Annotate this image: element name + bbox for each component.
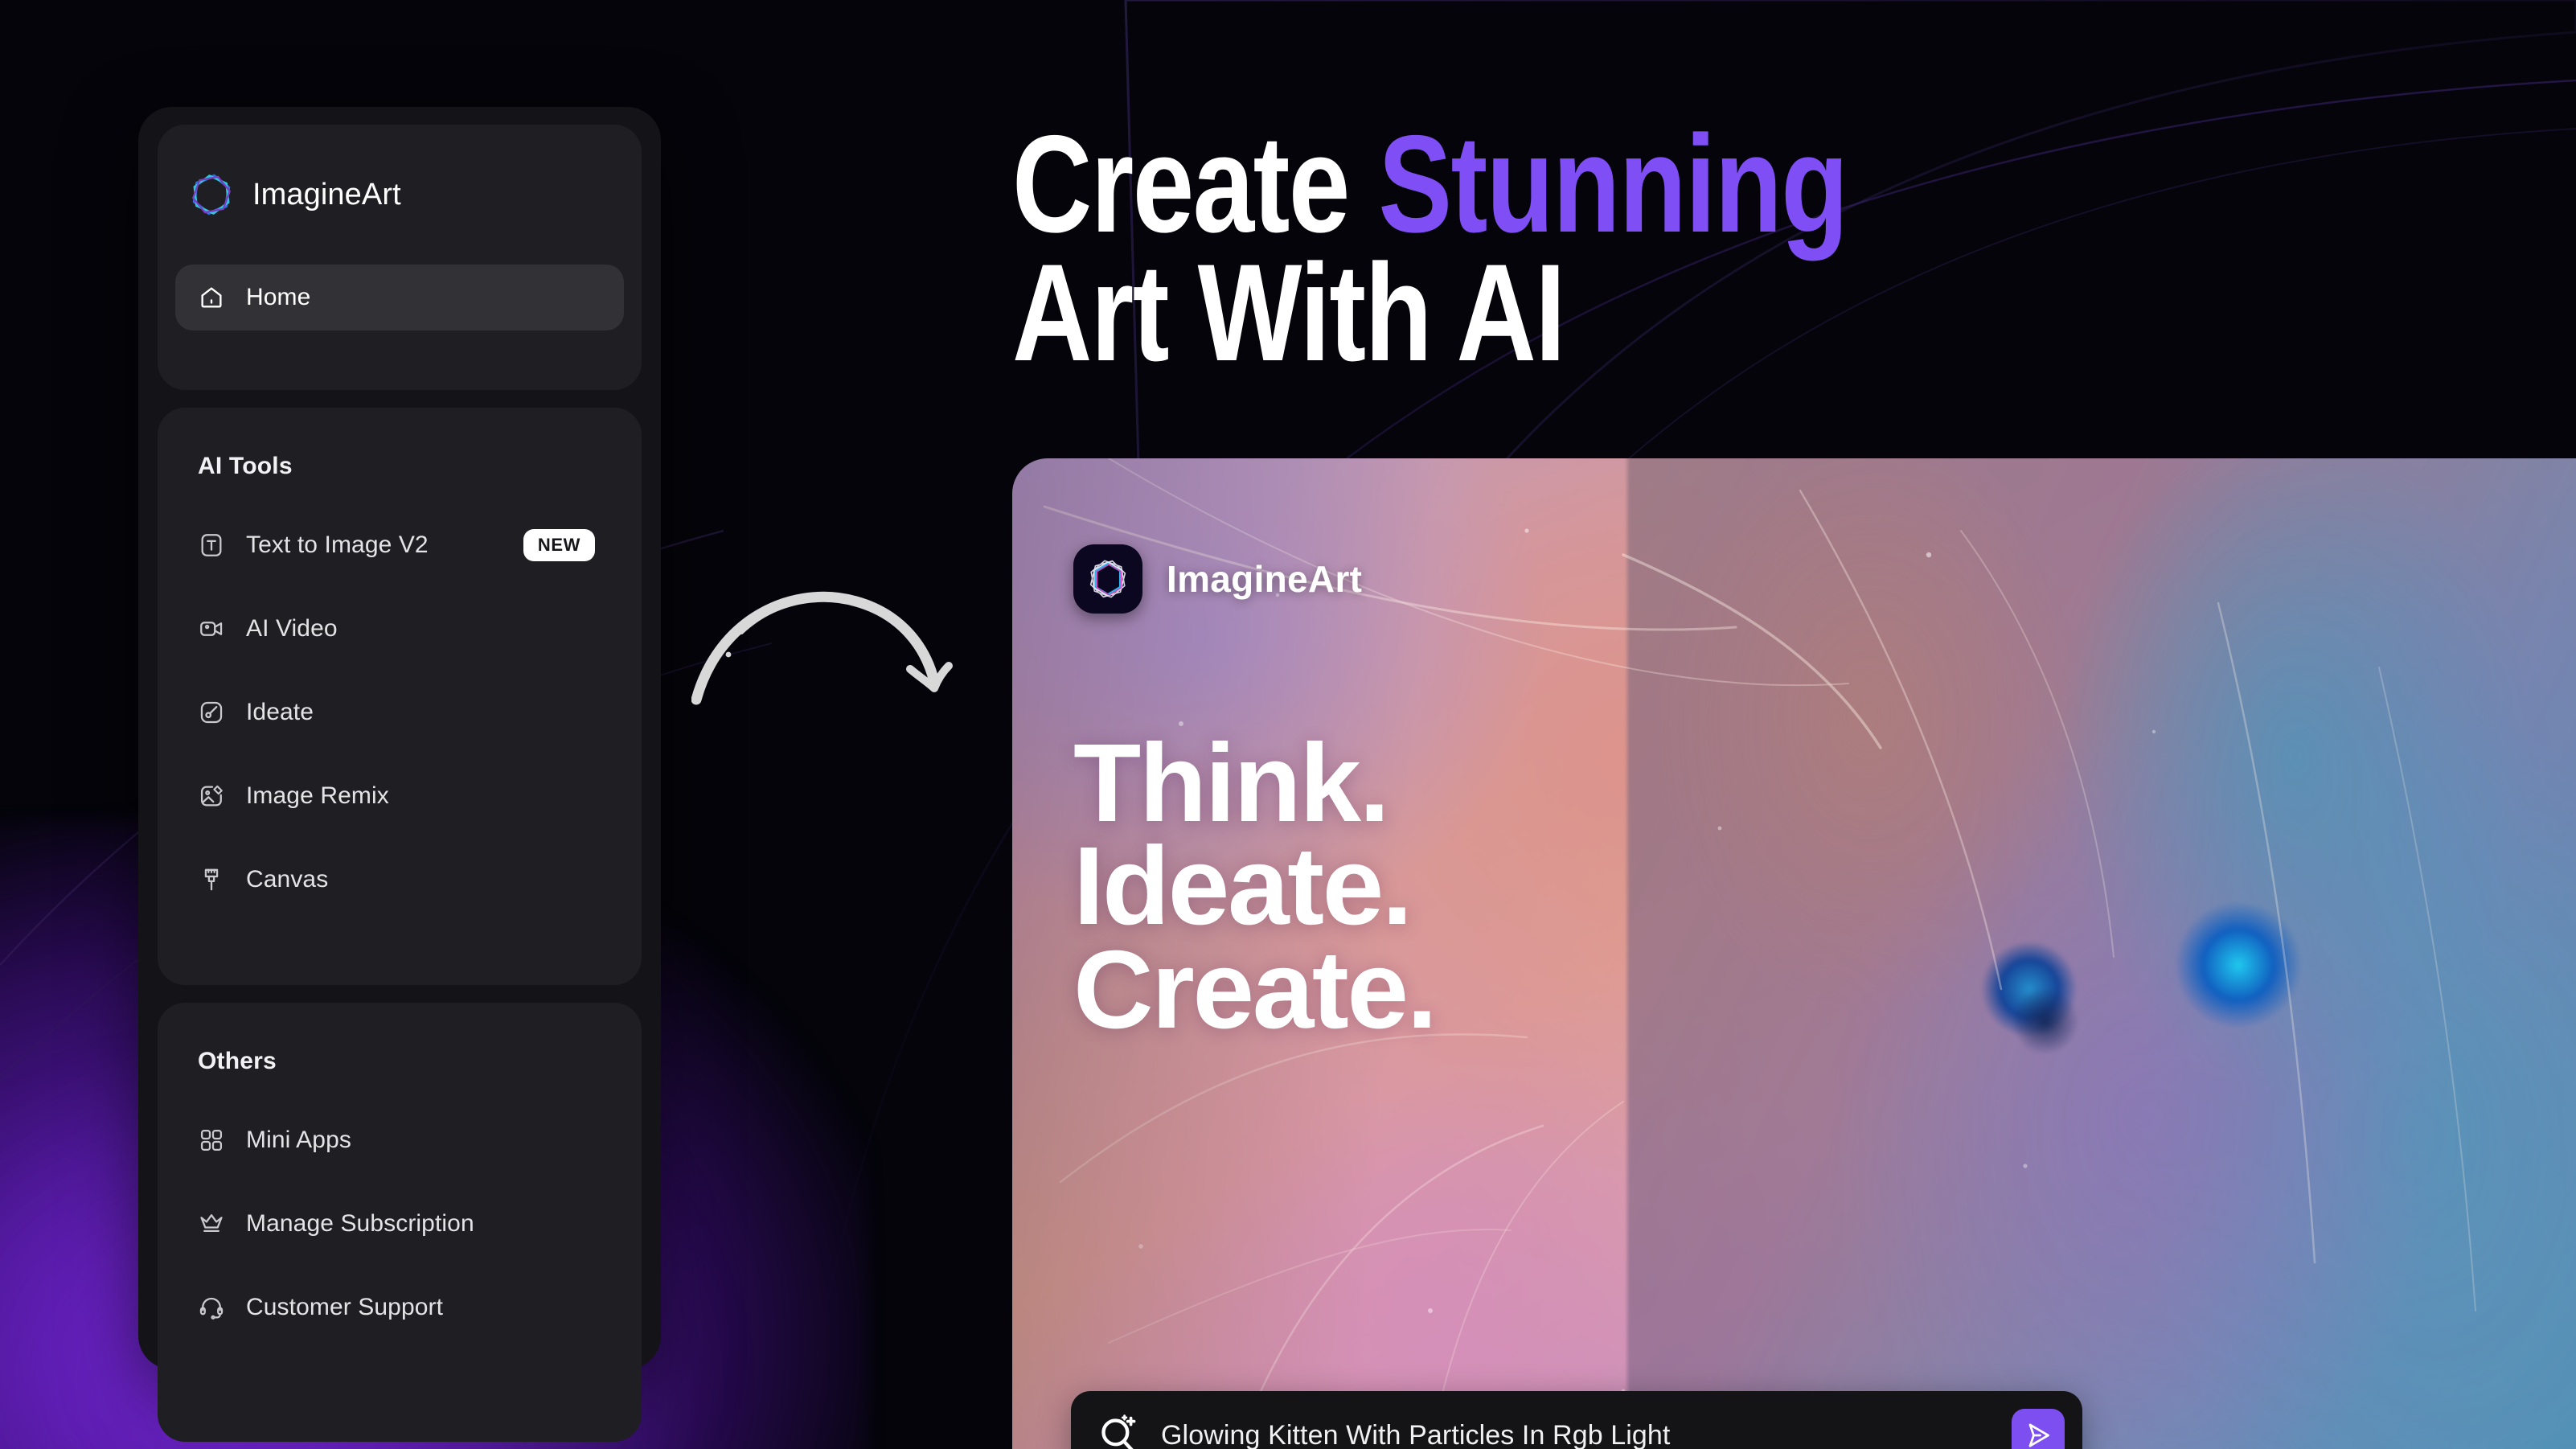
sidebar-item-canvas-label: Canvas	[246, 866, 329, 893]
prompt-bar[interactable]: Glowing Kitten With Particles In Rgb Lig…	[1071, 1391, 2082, 1449]
sidebar-section-title-others: Others	[198, 1048, 277, 1074]
sidebar-item-ai-video-label: AI Video	[246, 615, 338, 642]
sidebar-item-canvas[interactable]: Canvas	[175, 847, 624, 913]
tagline-line-2: Ideate.	[1073, 824, 1413, 949]
hexagon-outline-logo-icon	[191, 174, 232, 216]
sidebar-item-customer-support-label: Customer Support	[246, 1294, 444, 1320]
send-button[interactable]	[2012, 1409, 2065, 1449]
sidebar-item-text-to-image-v2[interactable]: Text to Image V2 NEW	[175, 512, 624, 578]
status-badge-new: NEW	[523, 529, 595, 561]
magnifier-sparkle-icon	[1101, 1414, 1136, 1449]
sidebar-item-ideate[interactable]: Ideate	[175, 679, 624, 745]
send-plane-icon	[2028, 1423, 2049, 1447]
sidebar-card-others: Others Mini Apps Manage Subscription Cus…	[158, 1003, 642, 1442]
headset-icon	[199, 1297, 224, 1320]
banner-tagline: Think. Ideate. Create.	[1073, 721, 1438, 1052]
sidebar-item-image-remix-label: Image Remix	[246, 782, 389, 809]
tagline-line-3: Create.	[1073, 927, 1438, 1052]
sidebar-card-primary: ImagineArt Home	[158, 125, 642, 390]
sidebar-item-mini-apps-label: Mini Apps	[246, 1127, 351, 1153]
sidebar-card-ai-tools: AI Tools Text to Image V2 NEW AI Video I…	[158, 408, 642, 985]
sidebar: ImagineArt Home AI Tools Text to Image V…	[138, 107, 661, 1442]
sidebar-item-home-label: Home	[246, 284, 311, 310]
hero-line-1: Create Stunning	[1012, 115, 2106, 253]
banner-brand-name: ImagineArt	[1167, 558, 1363, 600]
hexagon-stack-logo-icon	[1073, 544, 1142, 614]
sidebar-item-manage-subscription[interactable]: Manage Subscription	[175, 1191, 624, 1257]
brush-icon	[204, 868, 219, 891]
image-edit-icon	[200, 785, 223, 807]
tagline-line-1: Think.	[1073, 721, 1390, 845]
sidebar-item-manage-subscription-label: Manage Subscription	[246, 1210, 474, 1237]
text-box-icon	[201, 534, 222, 556]
hero-line-2: Art With AI	[1012, 235, 1565, 390]
sidebar-section-title-ai-tools: AI Tools	[198, 453, 293, 479]
page-title: Create Stunning Art With AI	[1012, 115, 2379, 390]
prompt-input[interactable]: Glowing Kitten With Particles In Rgb Lig…	[1161, 1420, 2012, 1449]
crown-icon	[200, 1214, 223, 1233]
sidebar-item-home[interactable]: Home	[175, 265, 624, 330]
hero-banner: ImagineArt Think. Ideate. Create. Glowin…	[1012, 458, 2576, 1449]
sidebar-item-text-to-image-v2-label: Text to Image V2	[246, 532, 429, 558]
sidebar-item-customer-support[interactable]: Customer Support	[175, 1275, 624, 1340]
sidebar-item-mini-apps[interactable]: Mini Apps	[175, 1107, 624, 1173]
brand[interactable]: ImagineArt	[188, 171, 401, 218]
banner-brand: ImagineArt	[1073, 544, 1362, 614]
video-camera-icon	[200, 622, 223, 636]
curved-arrow-right-down-icon	[691, 591, 953, 705]
sidebar-item-image-remix[interactable]: Image Remix	[175, 763, 624, 829]
home-icon	[201, 287, 222, 308]
brand-name: ImagineArt	[252, 177, 401, 211]
sidebar-item-ideate-label: Ideate	[246, 699, 314, 725]
paint-brush-box-icon	[200, 701, 223, 724]
grid-apps-icon	[200, 1129, 223, 1151]
sidebar-item-ai-video[interactable]: AI Video	[175, 596, 624, 662]
